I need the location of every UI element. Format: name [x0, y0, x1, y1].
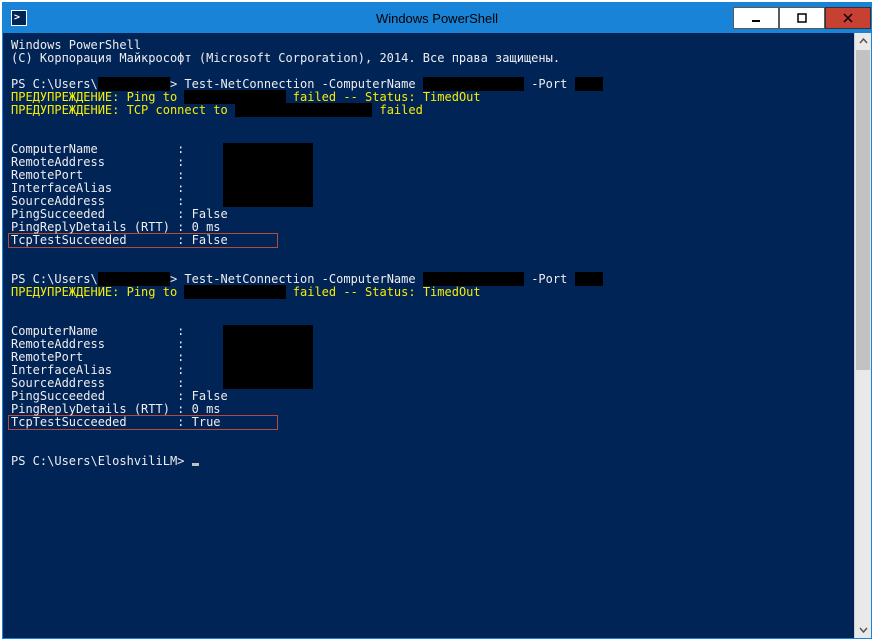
- warning1-line2: ПРЕДУПРЕЖДЕНИЕ: TCP connect to XXXXXXXXX…: [11, 103, 423, 117]
- minimize-button[interactable]: [733, 7, 779, 29]
- result-block-2: ComputerName : RemoteAddress : RemotePor…: [11, 325, 228, 429]
- prompt1: PS C:\Users\XXXXXXXXXX> Test-NetConnecti…: [11, 77, 603, 91]
- powershell-window: Windows PowerShell Windows PowerShell (C…: [2, 2, 872, 639]
- close-icon: [843, 13, 853, 23]
- scroll-track[interactable]: [855, 50, 871, 621]
- redacted-values-2: [223, 325, 313, 389]
- header-line1: Windows PowerShell: [11, 38, 141, 52]
- warning2-line1: ПРЕДУПРЕЖДЕНИЕ: Ping to XXXXXXXXXXXXXX f…: [11, 285, 481, 299]
- console-output[interactable]: Windows PowerShell (C) Корпорация Майкро…: [3, 33, 854, 638]
- cursor: [192, 463, 199, 466]
- close-button[interactable]: [825, 7, 871, 29]
- powershell-icon: [11, 10, 27, 26]
- prompt2: PS C:\Users\XXXXXXXXXX> Test-NetConnecti…: [11, 272, 603, 286]
- scroll-up-button[interactable]: [855, 33, 871, 50]
- maximize-icon: [797, 13, 807, 23]
- result-block-1: ComputerName : RemoteAddress : RemotePor…: [11, 143, 228, 247]
- redacted-values-1: [223, 143, 313, 207]
- chevron-down-icon: [859, 625, 868, 634]
- chevron-up-icon: [859, 37, 868, 46]
- scroll-down-button[interactable]: [855, 621, 871, 638]
- final-prompt: PS C:\Users\EloshviliLM>: [11, 454, 192, 468]
- window-buttons: [733, 7, 871, 29]
- warning1-line1: ПРЕДУПРЕЖДЕНИЕ: Ping to XXXXXXXXXXXXXX f…: [11, 90, 481, 104]
- titlebar[interactable]: Windows PowerShell: [3, 3, 871, 33]
- vertical-scrollbar[interactable]: [854, 33, 871, 638]
- minimize-icon: [751, 13, 761, 23]
- client-area: Windows PowerShell (C) Корпорация Майкро…: [3, 33, 871, 638]
- maximize-button[interactable]: [779, 7, 825, 29]
- header-line2: (C) Корпорация Майкрософт (Microsoft Cor…: [11, 51, 560, 65]
- scroll-thumb[interactable]: [856, 50, 870, 370]
